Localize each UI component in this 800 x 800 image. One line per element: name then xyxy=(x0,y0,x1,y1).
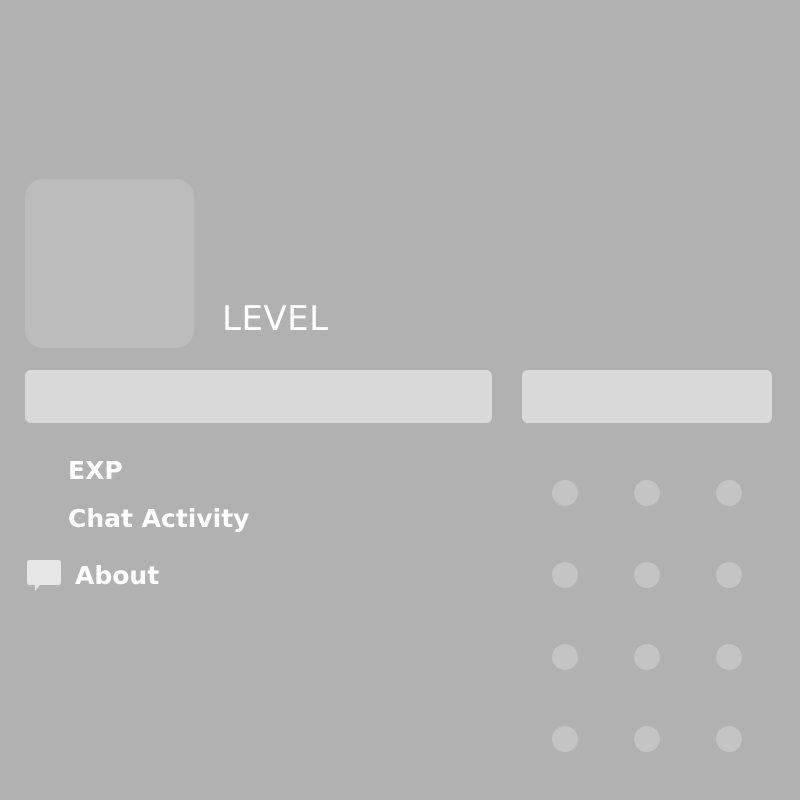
level-label: LEVEL xyxy=(222,299,329,339)
badge-placeholder xyxy=(634,480,660,506)
avatar-placeholder xyxy=(25,179,194,348)
badge-placeholder xyxy=(552,644,578,670)
badge-placeholder xyxy=(716,726,742,752)
badge-placeholder xyxy=(716,644,742,670)
about-label: About xyxy=(75,561,160,590)
rank-bar xyxy=(522,370,772,423)
badge-placeholder xyxy=(552,726,578,752)
badge-placeholder xyxy=(716,562,742,588)
badge-placeholder xyxy=(552,480,578,506)
badge-grid xyxy=(552,480,744,754)
badge-placeholder xyxy=(716,480,742,506)
chat-bubble-icon xyxy=(27,560,61,591)
chat-activity-label: Chat Activity xyxy=(68,504,250,533)
badge-placeholder xyxy=(634,562,660,588)
level-progress-bar xyxy=(25,370,492,423)
exp-label: EXP xyxy=(68,456,123,485)
badge-placeholder xyxy=(552,562,578,588)
badge-placeholder xyxy=(634,726,660,752)
badge-placeholder xyxy=(634,644,660,670)
about-section-header: About xyxy=(26,556,159,596)
